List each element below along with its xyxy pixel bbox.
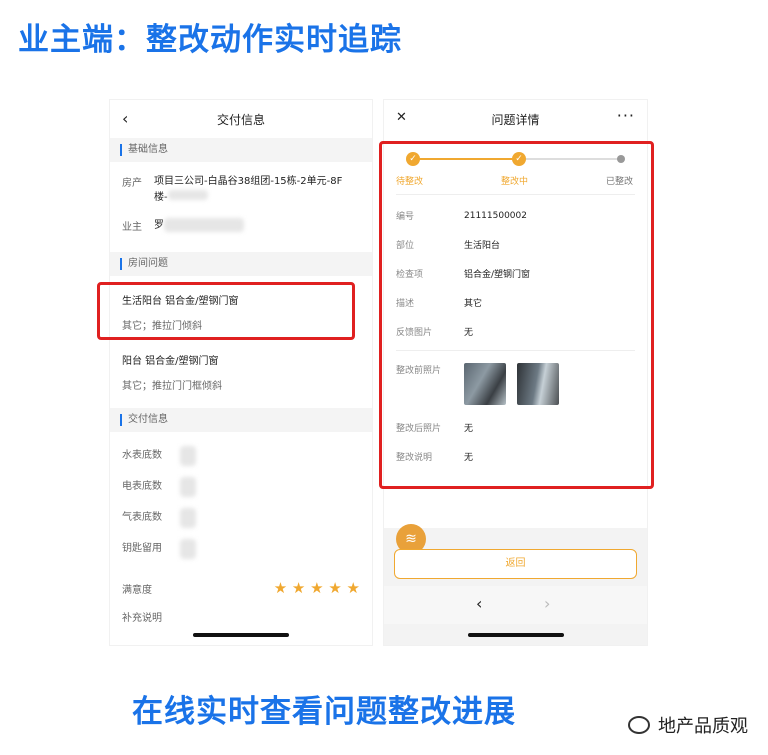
gas-label: 气表底数 xyxy=(122,512,162,523)
gas-meter-row: 气表底数 xyxy=(110,508,372,539)
electric-meter-row: 电表底数 xyxy=(110,477,372,508)
key-label: 钥匙留用 xyxy=(122,543,162,554)
house-label: 房产 xyxy=(122,178,142,189)
delivery-info-screen: ‹ 交付信息 基础信息 房产 项目三公司-白晶谷38组团-15栋-2单元-8F … xyxy=(110,100,372,645)
water-meter-row: 水表底数 xyxy=(110,446,372,477)
note-row: 补充说明 xyxy=(110,609,372,624)
back-icon[interactable]: ‹ xyxy=(122,109,128,128)
prev-icon[interactable]: ‹ xyxy=(476,594,482,613)
house-row: 房产 项目三公司-白晶谷38组团-15栋-2单元-8F 楼- xyxy=(110,174,372,206)
issue-2-sub: 其它；推拉门门框倾斜 xyxy=(122,381,222,392)
owner-value: 罗 xyxy=(154,218,244,234)
home-indicator xyxy=(193,633,289,637)
water-label: 水表底数 xyxy=(122,450,162,461)
home-indicator xyxy=(467,633,564,637)
highlight-box-issue xyxy=(97,282,355,340)
return-button[interactable]: 返回 xyxy=(394,549,637,579)
more-icon[interactable]: ··· xyxy=(617,106,635,125)
electric-label: 电表底数 xyxy=(122,481,162,492)
right-navbar: ✕ 问题详情 ··· xyxy=(384,100,647,138)
satisfaction-row: 满意度 ★ ★ ★ ★ ★ xyxy=(110,579,372,597)
right-page-title: 问题详情 xyxy=(491,112,540,127)
section-basic-label: 基础信息 xyxy=(128,144,168,155)
section-basic-info: 基础信息 xyxy=(110,138,372,162)
browser-nav: ‹ › xyxy=(384,586,647,624)
satisfaction-label: 满意度 xyxy=(122,584,152,596)
note-label: 补充说明 xyxy=(122,613,162,624)
section-delivery-label: 交付信息 xyxy=(128,414,168,425)
wechat-icon xyxy=(628,716,650,734)
section-delivery-info: 交付信息 xyxy=(110,408,372,432)
house-value: 项目三公司-白晶谷38组团-15栋-2单元-8F xyxy=(154,176,343,187)
next-icon[interactable]: › xyxy=(544,594,550,613)
issue-2-title: 阳台 铝合金/塑钢门窗 xyxy=(122,356,219,367)
house-value-2: 楼- xyxy=(154,190,342,206)
section-room-issues: 房间问题 xyxy=(110,252,372,276)
star-rating[interactable]: ★ ★ ★ ★ ★ xyxy=(274,579,360,597)
left-navbar: ‹ 交付信息 xyxy=(110,100,372,138)
issue-item-2[interactable]: 阳台 铝合金/塑钢门窗 其它；推拉门门框倾斜 xyxy=(110,352,372,392)
headline: 业主端：整改动作实时追踪 xyxy=(18,22,402,58)
owner-label: 业主 xyxy=(122,222,142,233)
watermark: 地产品质观 xyxy=(628,712,748,738)
key-row: 钥匙留用 xyxy=(110,539,372,569)
highlight-box-detail xyxy=(379,141,654,489)
owner-row: 业主 罗 xyxy=(110,218,372,234)
close-icon[interactable]: ✕ xyxy=(396,110,407,125)
section-issues-label: 房间问题 xyxy=(128,258,168,269)
left-page-title: 交付信息 xyxy=(216,112,265,127)
